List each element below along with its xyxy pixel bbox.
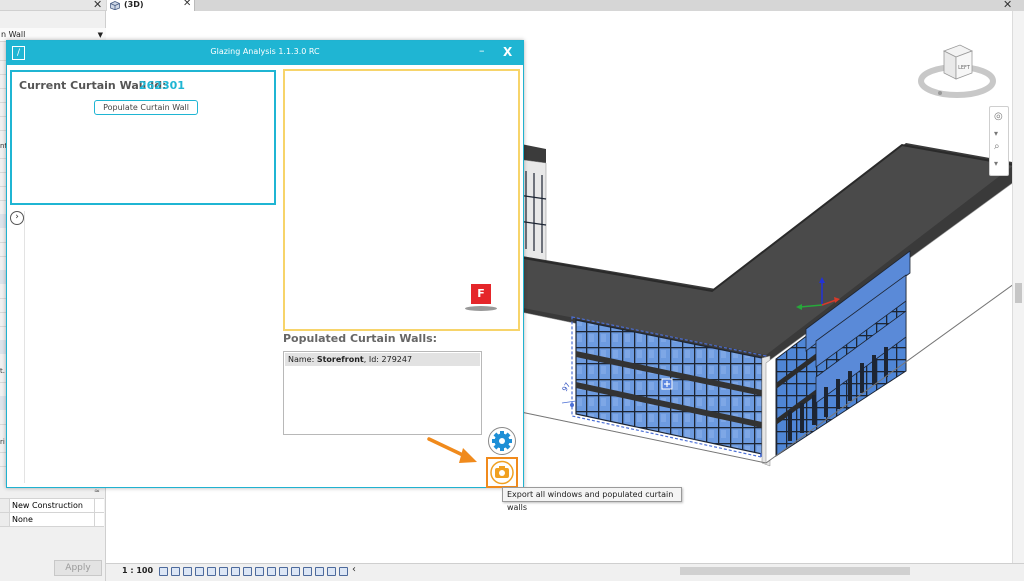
populated-curtain-walls-heading: Populated Curtain Walls: [283, 332, 438, 345]
svg-text:LEFT: LEFT [958, 65, 971, 71]
preview-panel: F [283, 69, 520, 331]
settings-button[interactable] [488, 427, 516, 455]
unlock-view-icon[interactable] [243, 567, 252, 576]
export-button[interactable] [486, 457, 518, 488]
dialog-title: Glazing Analysis 1.1.3.0 RC [210, 47, 320, 56]
type-selector-label: n Wall [1, 30, 26, 39]
show-crop-icon[interactable] [231, 567, 240, 576]
export-tooltip: Export all windows and populated curtain… [502, 487, 682, 512]
property-fragment: t. [0, 367, 5, 375]
annotation-arrow-icon [427, 437, 477, 463]
tab-label: (3D) [124, 0, 144, 9]
camera-icon [490, 460, 514, 485]
temporary-view-icon[interactable] [279, 567, 288, 576]
chevron-down-icon[interactable]: ▾ [994, 129, 998, 138]
view-tab-strip [106, 0, 1024, 11]
tab-3d-view[interactable]: (3D) ✕ [107, 0, 195, 11]
gear-icon [492, 431, 512, 451]
highlight-displacement-icon[interactable] [303, 567, 312, 576]
view-scale[interactable]: 1 : 100 [122, 566, 153, 575]
steering-wheel-icon[interactable]: ◎ [994, 111, 1003, 122]
sun-path-icon[interactable] [183, 567, 192, 576]
navigation-bar[interactable]: ◎ ▾ ⌕ ▾ [989, 106, 1009, 176]
properties-header [0, 0, 106, 11]
minimize-button[interactable]: – [479, 44, 485, 57]
property-row-phase-created[interactable]: New Construction [0, 498, 104, 513]
tab-close-button[interactable]: ✕ [183, 0, 191, 9]
section-collapse-icon[interactable]: ≈ [94, 487, 100, 495]
close-button[interactable]: X [503, 45, 512, 59]
visual-style-icon[interactable] [171, 567, 180, 576]
populated-curtain-walls-list[interactable]: Name: Storefront, Id: 279247 [283, 351, 482, 435]
property-row-phase-demolished[interactable]: None [0, 512, 104, 527]
worksets-icon[interactable] [327, 567, 336, 576]
list-item[interactable]: Name: Storefront, Id: 279247 [285, 353, 480, 366]
view-close-button[interactable]: ✕ [1003, 0, 1012, 11]
chevron-down-icon[interactable]: ▾ [994, 159, 998, 168]
populate-curtain-wall-button[interactable]: Populate Curtain Wall [94, 100, 198, 115]
detail-level-icon[interactable] [159, 567, 168, 576]
viewcube[interactable]: LEFT [918, 41, 996, 101]
property-value: New Construction [12, 501, 83, 510]
temporary-hide-icon[interactable] [255, 567, 264, 576]
current-wall-panel: Current Curtain Wall Id: 262301 Populate… [10, 70, 276, 205]
design-options-icon[interactable] [339, 567, 348, 576]
scroll-left-chevron[interactable]: ‹ [352, 564, 356, 575]
vertical-scrollbar[interactable] [1012, 11, 1024, 563]
zoom-icon[interactable]: ⌕ [994, 141, 1000, 152]
shadows-icon[interactable] [195, 567, 204, 576]
logo-base [465, 306, 497, 311]
property-fragment: ri [0, 438, 5, 446]
constraints-icon[interactable] [315, 567, 324, 576]
expander-divider [24, 211, 25, 483]
crop-view-icon[interactable] [219, 567, 228, 576]
apply-button[interactable]: Apply [54, 560, 102, 576]
formit-logo-icon: F [471, 284, 491, 304]
rendering-icon[interactable] [207, 567, 216, 576]
expand-panel-button[interactable]: › [10, 211, 24, 225]
property-value: None [12, 515, 33, 524]
properties-close-button[interactable]: ✕ [93, 0, 102, 11]
horizontal-scrollbar-thumb[interactable] [680, 567, 910, 575]
reveal-hidden-icon[interactable] [267, 567, 276, 576]
glazing-analysis-dialog: / Glazing Analysis 1.1.3.0 RC – X Curren… [6, 40, 524, 488]
analytical-model-icon[interactable] [291, 567, 300, 576]
current-wall-id: 262301 [139, 79, 185, 92]
